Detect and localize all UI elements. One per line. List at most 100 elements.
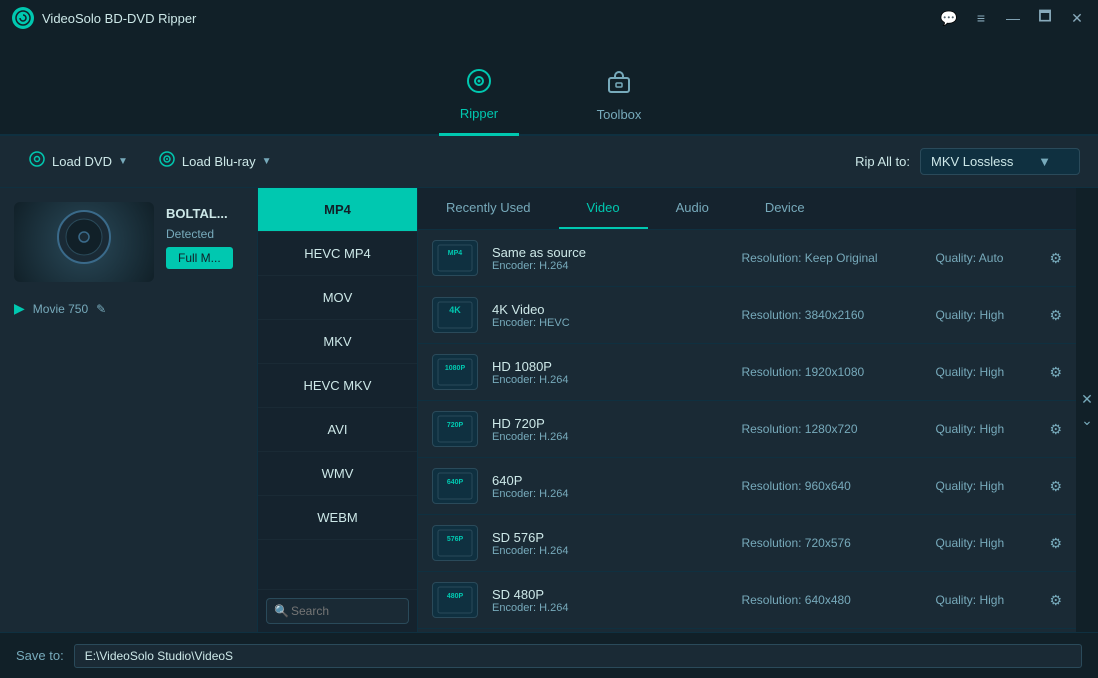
disc-detected: Detected [166, 227, 233, 241]
scroll-up-btn[interactable]: ✕ [1081, 391, 1093, 408]
disc-title: BOLTAL... [166, 206, 233, 221]
quality-info-640p: 640P Encoder: H.264 [492, 473, 727, 500]
load-dvd-label: Load DVD [52, 154, 112, 169]
toolbox-icon [605, 68, 633, 103]
badge-480p: 480P [432, 582, 478, 618]
minimize-btn[interactable]: — [1004, 9, 1022, 27]
gear-icon-2[interactable]: ⚙ [1049, 364, 1062, 381]
svg-text:720P: 720P [447, 422, 464, 429]
gear-icon-3[interactable]: ⚙ [1049, 421, 1062, 438]
app-title: VideoSolo BD-DVD Ripper [42, 11, 940, 26]
svg-text:640P: 640P [447, 479, 464, 486]
format-item-wmv[interactable]: WMV [258, 452, 417, 496]
load-bluray-label: Load Blu-ray [182, 154, 256, 169]
bluray-icon [158, 150, 176, 173]
format-item-hevc-mkv[interactable]: HEVC MKV [258, 364, 417, 408]
quality-row-1080p[interactable]: 1080P HD 1080P Encoder: H.264 Resolution… [418, 344, 1076, 401]
quality-row-4k[interactable]: 4K 4K Video Encoder: HEVC Resolution: 38… [418, 287, 1076, 344]
tab-recently-used[interactable]: Recently Used [418, 188, 559, 229]
tab-toolbox[interactable]: Toolbox [579, 68, 659, 134]
badge-576p: 576P [432, 525, 478, 561]
quality-row-same-as-source[interactable]: MP4 Same as source Encoder: H.264 Resolu… [418, 230, 1076, 287]
format-item-mp4[interactable]: MP4 [258, 188, 417, 232]
titlebar: VideoSolo BD-DVD Ripper 💬 ≡ — 🗖 ✕ [0, 0, 1098, 36]
format-item-mov[interactable]: MOV [258, 276, 417, 320]
main-content: BOLTAL... Detected Full M... ▶ Movie 750… [0, 188, 1098, 632]
disc-preview [14, 202, 154, 282]
format-item-avi[interactable]: AVI [258, 408, 417, 452]
tab-ripper[interactable]: Ripper [439, 67, 519, 136]
save-to-label: Save to: [16, 648, 64, 663]
quality-tabs: Recently Used Video Audio Device [418, 188, 1076, 230]
quality-row-640p[interactable]: 640P 640P Encoder: H.264 Resolution: 960… [418, 458, 1076, 515]
track-row: ▶ Movie 750 ✎ [14, 300, 243, 317]
left-panel: BOLTAL... Detected Full M... ▶ Movie 750… [0, 188, 258, 632]
gear-icon-4[interactable]: ⚙ [1049, 478, 1062, 495]
close-btn[interactable]: ✕ [1068, 9, 1086, 27]
rip-all-section: Rip All to: MKV Lossless ▼ [855, 148, 1080, 175]
scroll-down-btn[interactable]: ⌄ [1081, 412, 1093, 429]
tab-audio[interactable]: Audio [648, 188, 737, 229]
quality-info-480p: SD 480P Encoder: H.264 [492, 587, 727, 614]
play-icon[interactable]: ▶ [14, 300, 25, 317]
gear-icon-0[interactable]: ⚙ [1049, 250, 1062, 267]
ripper-icon [465, 67, 493, 102]
quality-list: MP4 Same as source Encoder: H.264 Resolu… [418, 230, 1076, 632]
format-item-hevc-mp4[interactable]: HEVC MP4 [258, 232, 417, 276]
rip-all-label: Rip All to: [855, 154, 910, 169]
quality-info-same-as-source: Same as source Encoder: H.264 [492, 245, 727, 272]
load-dvd-arrow: ▼ [118, 156, 128, 167]
badge-same-as-source: MP4 [432, 240, 478, 276]
window-controls[interactable]: 💬 ≡ — 🗖 ✕ [940, 9, 1086, 27]
maximize-btn[interactable]: 🗖 [1036, 9, 1054, 27]
quality-info-576p: SD 576P Encoder: H.264 [492, 530, 727, 557]
load-dvd-button[interactable]: Load DVD ▼ [18, 144, 138, 179]
tab-device[interactable]: Device [737, 188, 833, 229]
quality-row-480p[interactable]: 480P SD 480P Encoder: H.264 Resolution: … [418, 572, 1076, 629]
right-scroll-panel: ✕ ⌄ [1076, 188, 1098, 632]
nav-tabs: Ripper Toolbox [0, 36, 1098, 136]
quality-info-720p: HD 720P Encoder: H.264 [492, 416, 727, 443]
gear-icon-5[interactable]: ⚙ [1049, 535, 1062, 552]
search-icon: 🔍 [274, 604, 289, 618]
format-item-webm[interactable]: WEBM [258, 496, 417, 540]
load-bluray-button[interactable]: Load Blu-ray ▼ [148, 144, 282, 179]
full-movie-btn[interactable]: Full M... [166, 247, 233, 269]
toolbar: Load DVD ▼ Load Blu-ray ▼ Rip All to: MK… [0, 136, 1098, 188]
badge-640p: 640P [432, 468, 478, 504]
dvd-icon [28, 150, 46, 173]
svg-text:MP4: MP4 [448, 250, 463, 257]
svg-text:480P: 480P [447, 593, 464, 600]
gear-icon-6[interactable]: ⚙ [1049, 592, 1062, 609]
quality-info-1080p: HD 1080P Encoder: H.264 [492, 359, 727, 386]
rip-dropdown-arrow: ▼ [1038, 154, 1051, 169]
rip-format-dropdown[interactable]: MKV Lossless ▼ [920, 148, 1080, 175]
gear-icon-1[interactable]: ⚙ [1049, 307, 1062, 324]
menu-btn[interactable]: ≡ [972, 9, 990, 27]
quality-row-720p[interactable]: 720P HD 720P Encoder: H.264 Resolution: … [418, 401, 1076, 458]
track-name: Movie 750 [33, 302, 88, 316]
quality-row-576p[interactable]: 576P SD 576P Encoder: H.264 Resolution: … [418, 515, 1076, 572]
format-panel: MP4 HEVC MP4 MOV MKV HEVC MKV AVI WMV WE… [258, 188, 418, 632]
bottombar: Save to: E:\VideoSolo Studio\VideoS [0, 632, 1098, 678]
tab-video[interactable]: Video [559, 188, 648, 229]
svg-text:1080P: 1080P [445, 365, 466, 372]
badge-4k: 4K [432, 297, 478, 333]
search-wrapper: 🔍 [266, 598, 409, 624]
tab-ripper-label: Ripper [460, 106, 498, 121]
load-bluray-arrow: ▼ [262, 156, 272, 167]
badge-1080p: 1080P [432, 354, 478, 390]
rip-format-value: MKV Lossless [931, 154, 1013, 169]
quality-panel: Recently Used Video Audio Device MP4 [418, 188, 1076, 632]
format-item-mkv[interactable]: MKV [258, 320, 417, 364]
feedback-btn[interactable]: 💬 [940, 9, 958, 27]
tab-toolbox-label: Toolbox [597, 107, 642, 122]
edit-icon[interactable]: ✎ [96, 302, 106, 316]
svg-text:576P: 576P [447, 536, 464, 543]
app-logo [12, 7, 34, 29]
quality-info-4k: 4K Video Encoder: HEVC [492, 302, 727, 329]
format-search-area: 🔍 [258, 589, 417, 632]
svg-text:4K: 4K [449, 305, 461, 315]
save-path-input[interactable]: E:\VideoSolo Studio\VideoS [74, 644, 1082, 668]
disc-icon [54, 207, 114, 277]
